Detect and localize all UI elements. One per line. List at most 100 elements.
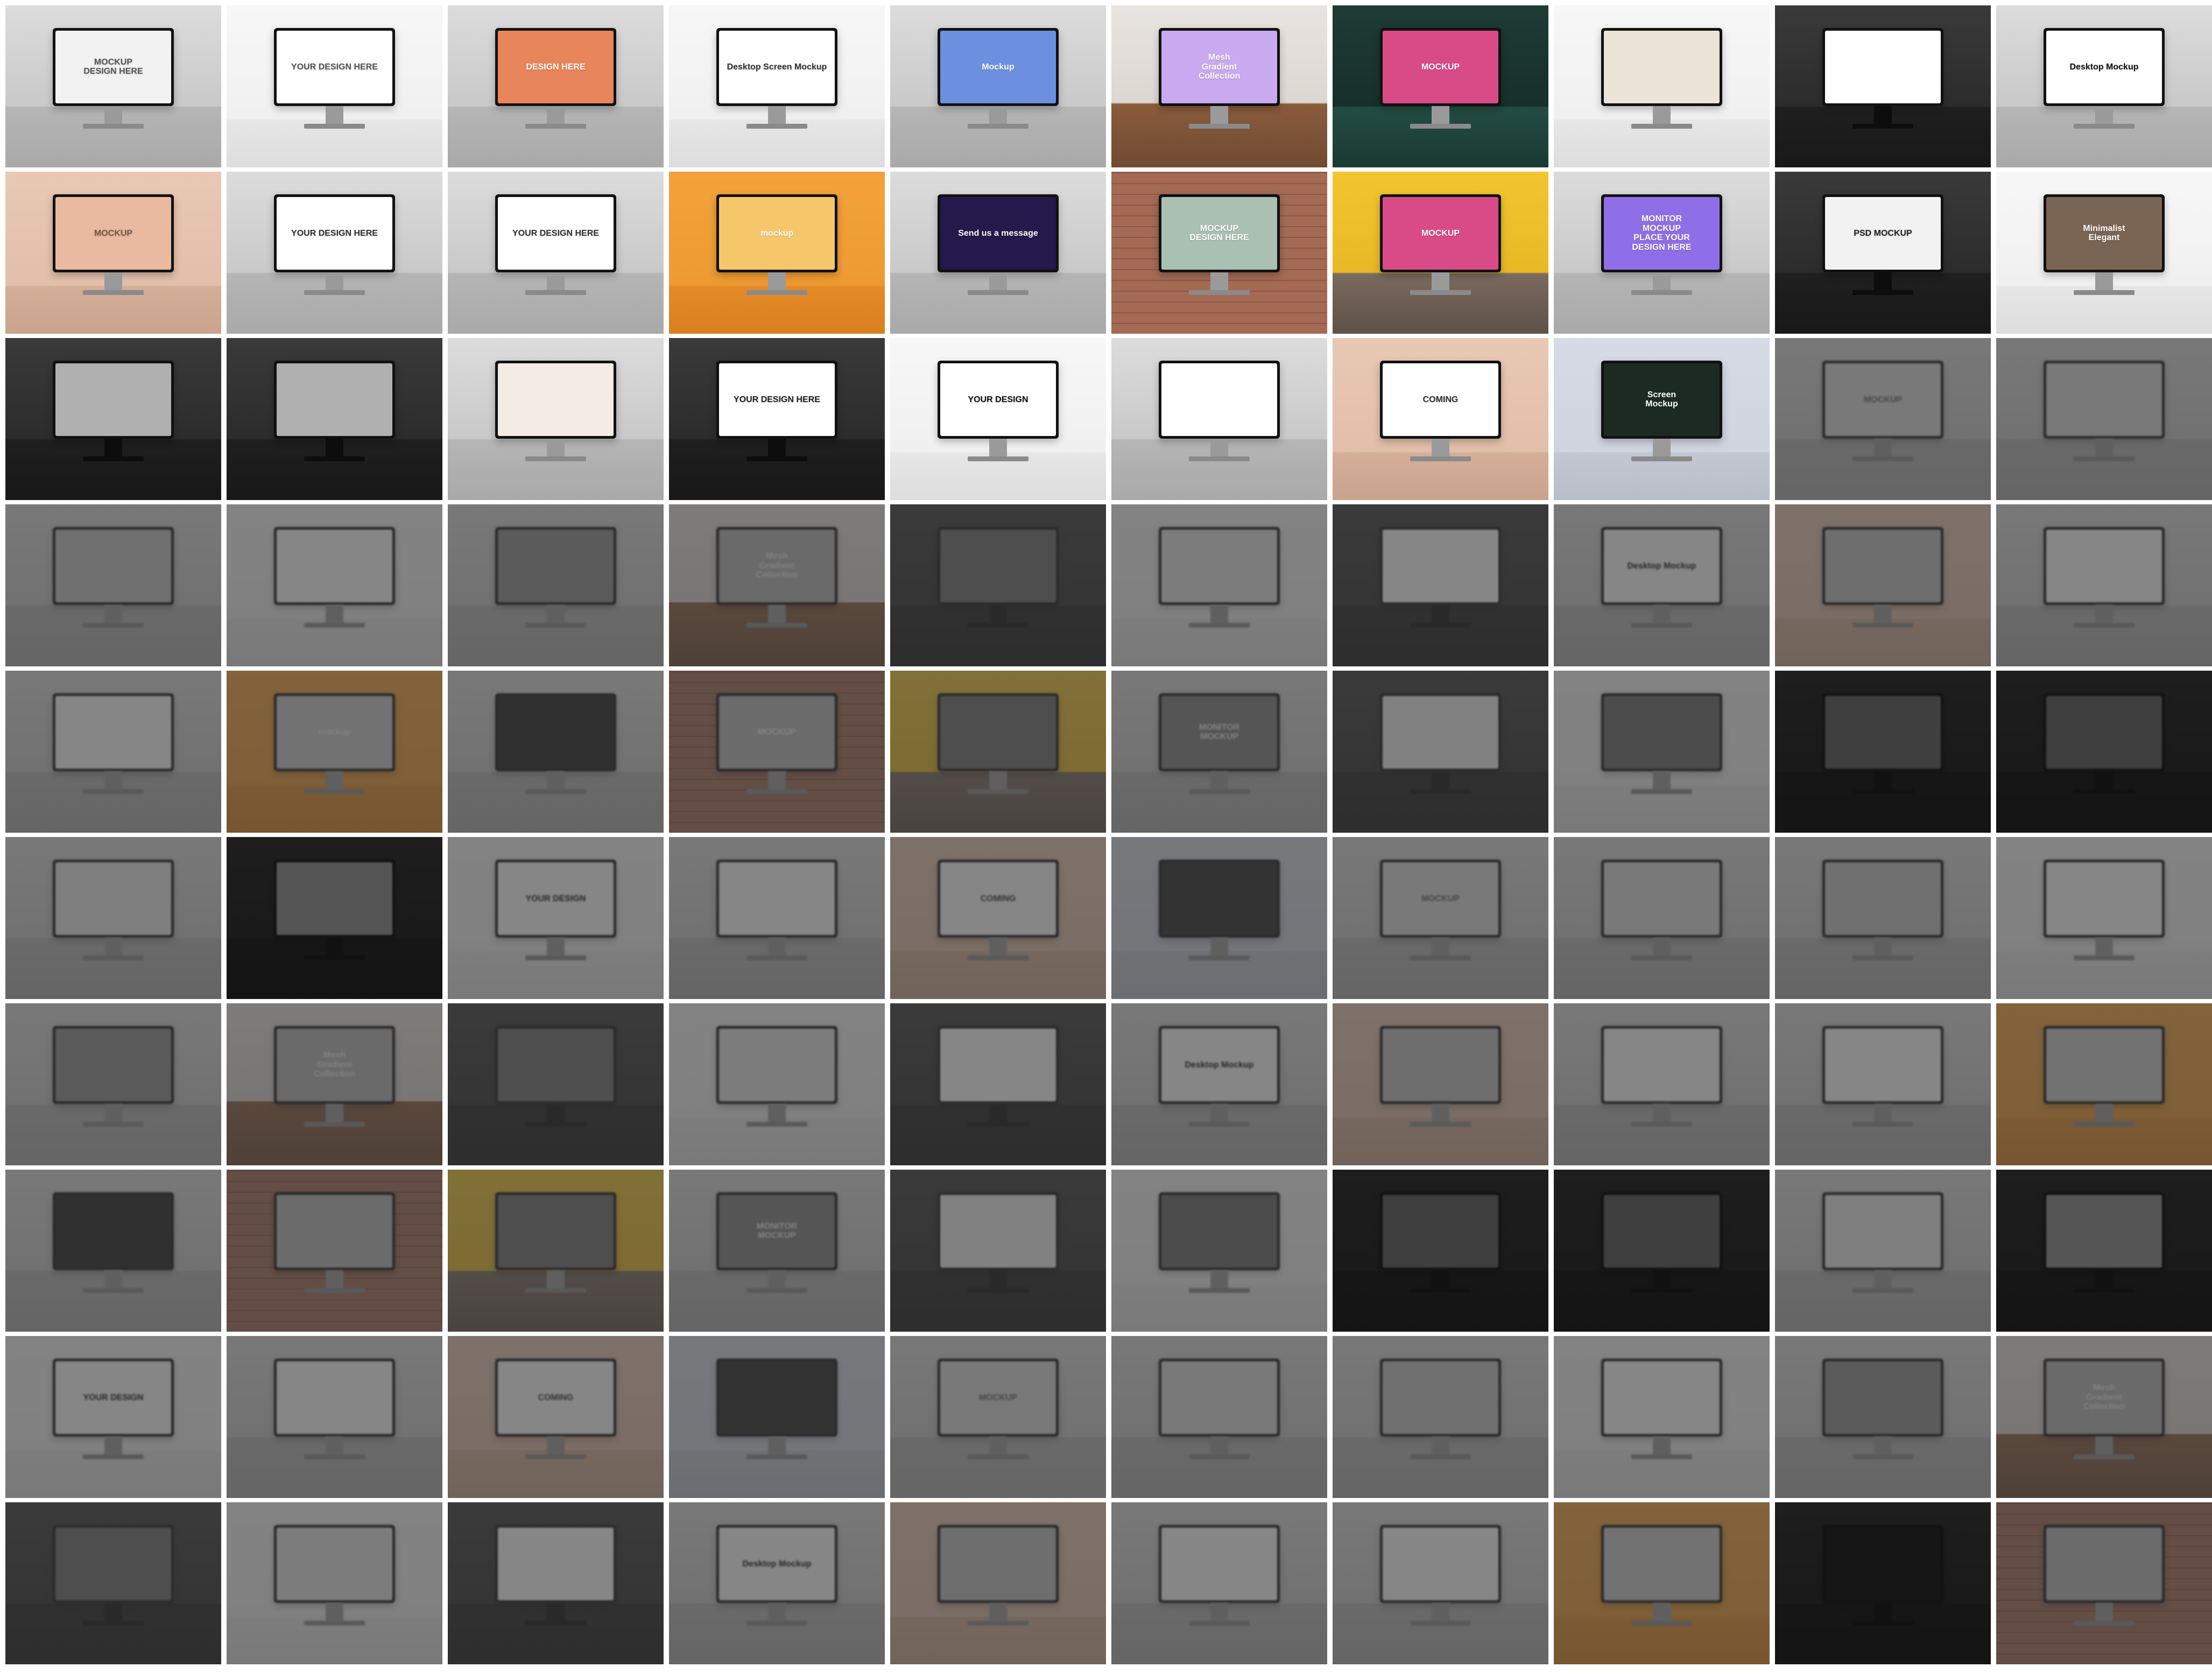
mockup-thumbnail[interactable] (669, 1336, 885, 1498)
mockup-thumbnail[interactable]: MOCKUP (1333, 5, 1548, 167)
mockup-thumbnail[interactable] (448, 504, 664, 666)
mockup-thumbnail[interactable] (5, 1170, 221, 1332)
mockup-thumbnail[interactable] (5, 338, 221, 500)
mockup-thumbnail[interactable]: MOCKUP (1333, 837, 1548, 999)
mockup-thumbnail[interactable] (1996, 837, 2212, 999)
mockup-thumbnail[interactable] (1996, 1170, 2212, 1332)
mockup-thumbnail[interactable] (1111, 338, 1327, 500)
mockup-thumbnail[interactable]: YOUR DESIGN (5, 1336, 221, 1498)
mockup-thumbnail[interactable] (1333, 1170, 1548, 1332)
mockup-thumbnail[interactable] (448, 1502, 664, 1664)
mockup-thumbnail[interactable] (1554, 5, 1770, 167)
mockup-thumbnail[interactable] (5, 1003, 221, 1165)
mockup-thumbnail[interactable] (1554, 1336, 1770, 1498)
mockup-thumbnail[interactable]: mockup (227, 671, 442, 833)
mockup-thumbnail[interactable]: PSD MOCKUP (1775, 172, 1991, 334)
mockup-thumbnail[interactable] (5, 671, 221, 833)
mockup-thumbnail[interactable] (890, 1003, 1106, 1165)
mockup-thumbnail[interactable] (1996, 1003, 2212, 1165)
mockup-thumbnail[interactable] (1554, 1003, 1770, 1165)
mockup-thumbnail[interactable]: Mockup (890, 5, 1106, 167)
mockup-thumbnail[interactable] (227, 837, 442, 999)
mockup-thumbnail[interactable] (1554, 837, 1770, 999)
mockup-thumbnail[interactable] (227, 1502, 442, 1664)
mockup-thumbnail[interactable] (1111, 1170, 1327, 1332)
mockup-thumbnail[interactable] (1111, 504, 1327, 666)
mockup-thumbnail[interactable]: YOUR DESIGN HERE (227, 5, 442, 167)
mockup-thumbnail[interactable] (1333, 671, 1548, 833)
mockup-thumbnail[interactable]: COMING (890, 837, 1106, 999)
mockup-thumbnail[interactable] (1775, 504, 1991, 666)
mockup-thumbnail[interactable]: MOCKUP (5, 172, 221, 334)
mockup-thumbnail[interactable] (1554, 671, 1770, 833)
mockup-thumbnail[interactable]: YOUR DESIGN HERE (448, 172, 664, 334)
mockup-thumbnail[interactable] (890, 504, 1106, 666)
mockup-thumbnail[interactable]: Mesh Gradient Collection (1111, 5, 1327, 167)
mockup-thumbnail[interactable]: YOUR DESIGN HERE (227, 172, 442, 334)
mockup-thumbnail[interactable] (669, 1003, 885, 1165)
mockup-thumbnail[interactable]: MOCKUP (669, 671, 885, 833)
mockup-thumbnail[interactable] (890, 1502, 1106, 1664)
mockup-thumbnail[interactable] (1554, 1502, 1770, 1664)
mockup-thumbnail[interactable]: YOUR DESIGN HERE (669, 338, 885, 500)
mockup-thumbnail[interactable]: MOCKUP (1333, 172, 1548, 334)
mockup-thumbnail[interactable]: MOCKUP DESIGN HERE (1111, 172, 1327, 334)
mockup-thumbnail[interactable] (890, 671, 1106, 833)
mockup-thumbnail[interactable]: Desktop Mockup (1554, 504, 1770, 666)
mockup-thumbnail[interactable]: YOUR DESIGN (448, 837, 664, 999)
mockup-thumbnail[interactable] (1111, 1502, 1327, 1664)
mockup-thumbnail[interactable] (1333, 1003, 1548, 1165)
mockup-thumbnail[interactable]: Desktop Mockup (1996, 5, 2212, 167)
mockup-thumbnail[interactable]: MONITOR MOCKUP (1111, 671, 1327, 833)
mockup-thumbnail[interactable] (1775, 5, 1991, 167)
mockup-thumbnail[interactable] (669, 837, 885, 999)
mockup-thumbnail[interactable] (448, 1003, 664, 1165)
mockup-thumbnail[interactable] (1333, 1502, 1548, 1664)
mockup-thumbnail[interactable] (1996, 338, 2212, 500)
mockup-thumbnail[interactable] (1996, 504, 2212, 666)
mockup-thumbnail[interactable] (227, 1336, 442, 1498)
mockup-thumbnail[interactable]: Send us a message (890, 172, 1106, 334)
mockup-thumbnail[interactable] (1111, 1336, 1327, 1498)
mockup-thumbnail[interactable]: Minimalist Elegant (1996, 172, 2212, 334)
mockup-thumbnail[interactable]: Desktop Mockup (669, 1502, 885, 1664)
mockup-thumbnail[interactable] (1996, 671, 2212, 833)
mockup-thumbnail[interactable]: MOCKUP (890, 1336, 1106, 1498)
mockup-thumbnail[interactable]: MOCKUP (1775, 338, 1991, 500)
mockup-thumbnail[interactable]: COMING (1333, 338, 1548, 500)
mockup-thumbnail[interactable] (1775, 837, 1991, 999)
mockup-thumbnail[interactable] (1333, 1336, 1548, 1498)
mockup-thumbnail[interactable] (448, 338, 664, 500)
mockup-thumbnail[interactable] (1775, 1003, 1991, 1165)
mockup-thumbnail[interactable]: DESIGN HERE (448, 5, 664, 167)
mockup-thumbnail[interactable] (1775, 671, 1991, 833)
mockup-thumbnail[interactable]: Desktop Mockup (1111, 1003, 1327, 1165)
mockup-thumbnail[interactable] (227, 338, 442, 500)
mockup-thumbnail[interactable] (227, 504, 442, 666)
mockup-thumbnail[interactable] (5, 504, 221, 666)
mockup-thumbnail[interactable] (5, 837, 221, 999)
mockup-thumbnail[interactable] (1775, 1336, 1991, 1498)
mockup-thumbnail[interactable]: Mesh Gradient Collection (669, 504, 885, 666)
mockup-thumbnail[interactable] (1775, 1170, 1991, 1332)
mockup-thumbnail[interactable]: MONITOR MOCKUP (669, 1170, 885, 1332)
mockup-thumbnail[interactable] (5, 1502, 221, 1664)
mockup-thumbnail[interactable]: Screen Mockup (1554, 338, 1770, 500)
mockup-thumbnail[interactable]: YOUR DESIGN (890, 338, 1106, 500)
mockup-thumbnail[interactable] (890, 1170, 1106, 1332)
mockup-thumbnail[interactable]: Mesh Gradient Collection (1996, 1336, 2212, 1498)
mockup-thumbnail[interactable]: MONITOR MOCKUP PLACE YOUR DESIGN HERE (1554, 172, 1770, 334)
mockup-thumbnail[interactable] (1111, 837, 1327, 999)
mockup-thumbnail[interactable] (1333, 504, 1548, 666)
mockup-thumbnail[interactable] (1996, 1502, 2212, 1664)
mockup-thumbnail[interactable] (448, 671, 664, 833)
mockup-thumbnail[interactable] (1775, 1502, 1991, 1664)
mockup-thumbnail[interactable]: COMING (448, 1336, 664, 1498)
mockup-thumbnail[interactable] (1554, 1170, 1770, 1332)
mockup-thumbnail[interactable] (448, 1170, 664, 1332)
mockup-thumbnail[interactable]: mockup (669, 172, 885, 334)
mockup-thumbnail[interactable]: Mesh Gradient Collection (227, 1003, 442, 1165)
mockup-thumbnail[interactable]: MOCKUP DESIGN HERE (5, 5, 221, 167)
mockup-thumbnail[interactable] (227, 1170, 442, 1332)
mockup-thumbnail[interactable]: Desktop Screen Mockup (669, 5, 885, 167)
